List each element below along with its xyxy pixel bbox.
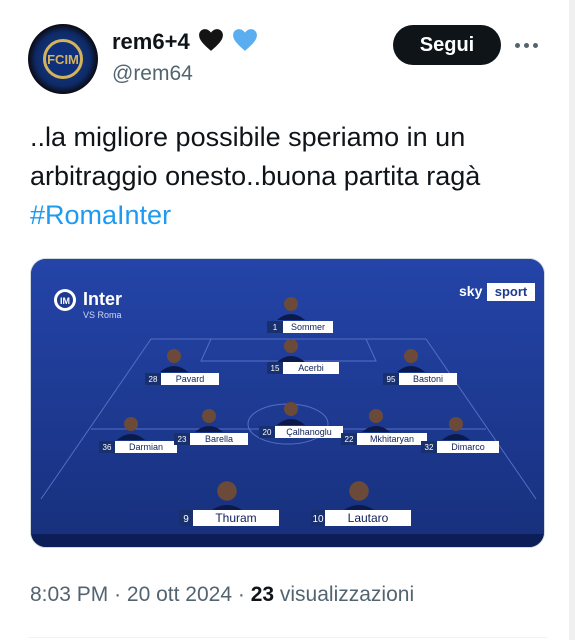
more-options-icon[interactable] [515,36,545,54]
player-number: 22 [345,435,354,444]
player-number: 23 [178,435,187,444]
divider [28,637,547,638]
follow-button[interactable]: Segui [393,25,501,65]
sky-sport-logo: sky sport [459,283,535,301]
inter-logo-icon: FCIM [43,39,83,79]
hashtag-link[interactable]: #RomaInter [30,196,550,235]
views-count: 23 [250,583,275,606]
user-handle[interactable]: @rem64 [112,62,193,86]
tweet-time[interactable]: 8:03 PM [30,583,108,606]
player-number: 28 [149,375,158,384]
player-number: 36 [103,443,112,452]
lineup-image[interactable]: IM Inter VS Roma sky sport 1 Sommer 15 Acer… [30,258,545,548]
avatar[interactable]: FCIM [28,24,98,94]
player-head [369,409,383,423]
player-name: Pavard [176,374,205,384]
tweet-text: ..la migliore possibile speriamo in un a… [30,118,550,235]
player-name: Dimarco [451,442,485,452]
player-name: Barella [205,434,233,444]
player-name: Mkhitaryan [370,434,414,444]
player-name: Darmian [129,442,163,452]
player-head [202,409,216,423]
views-label: visualizzazioni [279,583,415,606]
player-number: 9 [183,514,189,525]
player-name: Thuram [215,511,256,525]
player-head [167,349,181,363]
svg-text:sport: sport [495,284,528,299]
display-name-text: rem6+4 [112,29,190,54]
player-head [124,417,138,431]
display-name[interactable]: rem6+4 [112,28,258,55]
player-head [404,349,418,363]
lineup-graphic: IM Inter VS Roma sky sport 1 Sommer 15 Acer… [31,259,544,547]
player-name: Acerbi [298,363,324,373]
team-subtitle: VS Roma [83,310,122,320]
tweet-meta: 8:03 PM · 20 ott 2024 · 23 visualizzazio… [30,583,415,606]
blue-heart-icon [233,29,257,51]
svg-text:sky: sky [459,283,483,299]
player-number: 32 [425,443,434,452]
player-name: Sommer [291,322,325,332]
player-number: 1 [273,323,278,332]
player-name: Lautaro [348,511,389,525]
black-heart-icon [198,29,223,51]
player-head [349,481,369,501]
player-number: 10 [312,514,324,525]
player-head [284,402,298,416]
player-head [449,417,463,431]
team-name: Inter [83,289,122,309]
tweet-date[interactable]: 20 ott 2024 [127,583,232,606]
player-number: 20 [263,428,272,437]
tweet-body: ..la migliore possibile speriamo in un a… [30,122,481,191]
player-name: Bastoni [413,374,443,384]
player-head [284,297,298,311]
player-number: 95 [387,375,396,384]
inter-crest-icon: IM [54,289,76,311]
player-number: 15 [271,364,280,373]
player-head [217,481,237,501]
player-name: Çalhanoglu [286,427,332,437]
svg-text:IM: IM [60,296,70,306]
player-head [284,339,298,353]
scrollbar[interactable] [569,0,575,640]
